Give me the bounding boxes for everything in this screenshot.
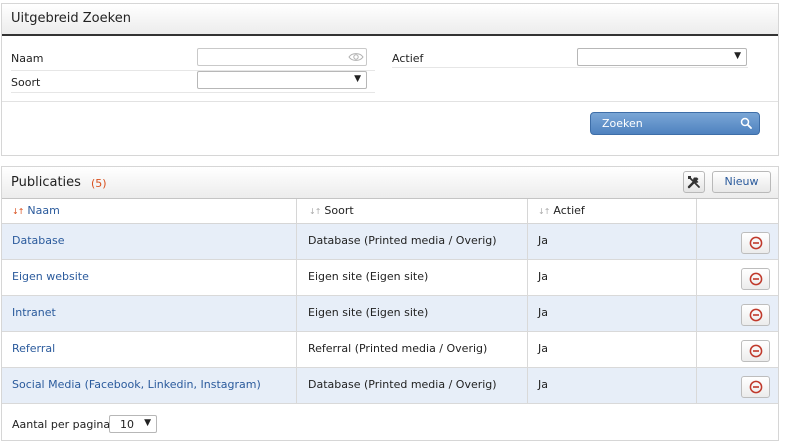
minus-circle-icon <box>749 236 763 250</box>
naam-input[interactable] <box>197 48 367 66</box>
row-type: Eigen site (Eigen site) <box>297 260 528 295</box>
row-type: Eigen site (Eigen site) <box>297 296 528 331</box>
row-name-link[interactable]: Eigen website <box>2 260 297 295</box>
soort-divider <box>11 92 375 93</box>
row-name-link[interactable]: Intranet <box>2 296 297 331</box>
row-active: Ja <box>528 224 697 259</box>
caret-down-icon: ▼ <box>144 418 151 428</box>
row-active: Ja <box>528 368 697 403</box>
publications-count: (5) <box>91 177 107 190</box>
per-page-value: 10 <box>120 418 134 431</box>
column-header-soort[interactable]: ↓↑ Soort <box>297 199 528 224</box>
sort-arrows-icon: ↓↑ <box>12 207 24 216</box>
row-active: Ja <box>528 332 697 367</box>
column-header-naam[interactable]: ↓↑ Naam <box>2 199 297 224</box>
minus-circle-icon <box>749 272 763 286</box>
column-header-soort-label: Soort <box>324 204 354 217</box>
actief-label: Actief <box>392 52 424 65</box>
eye-icon[interactable] <box>348 51 364 63</box>
table-row[interactable]: Social Media (Facebook, Linkedin, Instag… <box>2 368 778 404</box>
delete-button[interactable] <box>741 376 770 398</box>
minus-circle-icon <box>749 344 763 358</box>
table-header: ↓↑ Naam ↓↑ Soort ↓↑ Actief <box>2 199 778 224</box>
row-type: Referral (Printed media / Overig) <box>297 332 528 367</box>
publications-header: Publicaties (5) Nieuw <box>2 167 778 199</box>
minus-circle-icon <box>749 308 763 322</box>
soort-select[interactable]: ▼ <box>197 71 367 89</box>
caret-down-icon: ▼ <box>354 74 361 84</box>
row-type: Database (Printed media / Overig) <box>297 368 528 403</box>
advanced-search-panel: Uitgebreid Zoeken Naam Actief ▼ Soort ▼ … <box>1 3 779 156</box>
search-button[interactable]: Zoeken <box>590 112 760 135</box>
sort-arrows-icon: ↓↑ <box>538 207 550 216</box>
new-publication-button[interactable]: Nieuw <box>712 171 771 193</box>
row-active: Ja <box>528 296 697 331</box>
caret-down-icon: ▼ <box>734 51 741 61</box>
minus-circle-icon <box>749 380 763 394</box>
search-divider <box>2 101 778 102</box>
tools-button[interactable] <box>683 171 705 193</box>
soort-label: Soort <box>11 76 41 89</box>
search-button-label: Zoeken <box>602 117 643 130</box>
row-name-link[interactable]: Social Media (Facebook, Linkedin, Instag… <box>2 368 297 403</box>
delete-button[interactable] <box>741 304 770 326</box>
delete-button[interactable] <box>741 268 770 290</box>
delete-button[interactable] <box>741 232 770 254</box>
publications-panel: Publicaties (5) Nieuw ↓↑ Naam ↓↑ Soort ↓↑ A… <box>1 166 779 441</box>
row-active: Ja <box>528 260 697 295</box>
publications-title: Publicaties <box>11 175 81 190</box>
delete-button[interactable] <box>741 340 770 362</box>
per-page-label: Aantal per pagina: <box>12 418 114 431</box>
advanced-search-header: Uitgebreid Zoeken <box>2 4 778 36</box>
table-row[interactable]: Intranet Eigen site (Eigen site) Ja <box>2 296 778 332</box>
table-row[interactable]: Database Database (Printed media / Overi… <box>2 224 778 260</box>
actief-select[interactable]: ▼ <box>577 48 747 66</box>
row-name-link[interactable]: Database <box>2 224 297 259</box>
naam-label: Naam <box>11 52 44 65</box>
wrench-screwdriver-icon <box>687 176 700 189</box>
row-type: Database (Printed media / Overig) <box>297 224 528 259</box>
column-header-actief-label: Actief <box>553 204 585 217</box>
table-row[interactable]: Eigen website Eigen site (Eigen site) Ja <box>2 260 778 296</box>
column-header-naam-label: Naam <box>27 204 60 217</box>
column-header-actief[interactable]: ↓↑ Actief <box>528 199 697 224</box>
sort-arrows-icon: ↓↑ <box>309 207 321 216</box>
search-icon <box>740 117 752 129</box>
actief-divider <box>392 67 748 68</box>
advanced-search-title: Uitgebreid Zoeken <box>11 11 131 26</box>
row-name-link[interactable]: Referral <box>2 332 297 367</box>
table-row[interactable]: Referral Referral (Printed media / Overi… <box>2 332 778 368</box>
per-page-select[interactable]: 10 ▼ <box>109 415 157 433</box>
